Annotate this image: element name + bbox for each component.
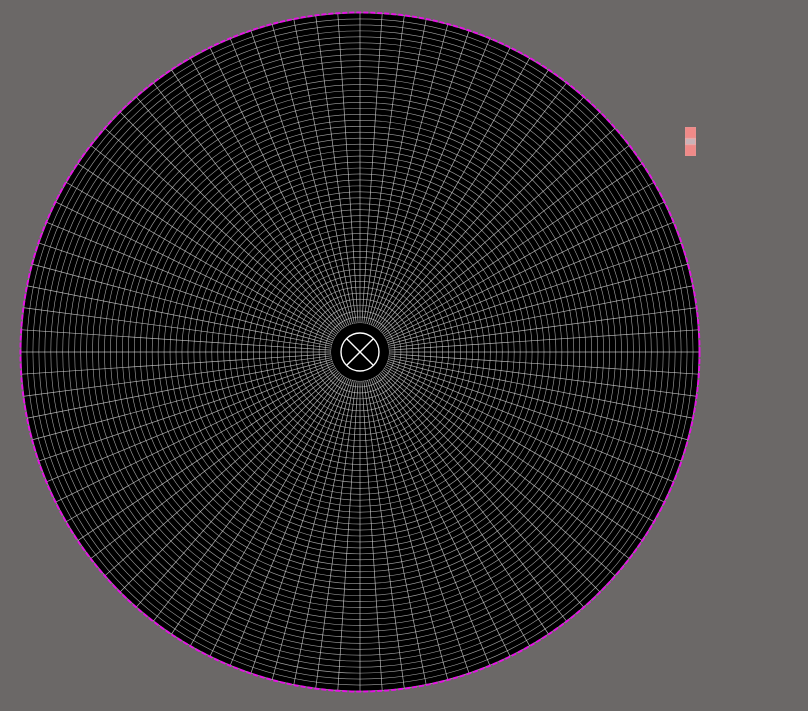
- viewport-canvas[interactable]: [0, 0, 808, 711]
- handle-bottom-segment[interactable]: [685, 145, 696, 156]
- handle-middle-segment[interactable]: [685, 138, 696, 145]
- handle-top-segment[interactable]: [685, 127, 696, 138]
- view-handle-icon[interactable]: [684, 127, 696, 156]
- disk-mesh[interactable]: [0, 0, 808, 711]
- center-hole-icon: [331, 323, 389, 381]
